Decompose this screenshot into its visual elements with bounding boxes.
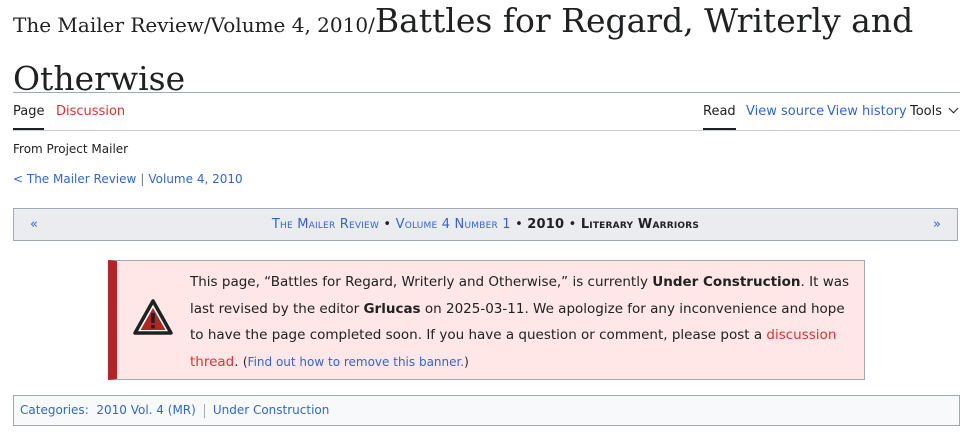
breadcrumb: < The Mailer Review | Volume 4, 2010 xyxy=(13,172,243,186)
page-title: The Mailer Review/Volume 4, 2010/Battles… xyxy=(13,0,953,106)
find-out-link[interactable]: Find out how to remove this banner. xyxy=(248,355,465,369)
navbox-year: 2010 xyxy=(527,217,565,232)
tab-page[interactable]: Page xyxy=(13,104,45,130)
banner-message: This page, “Battles for Regard, Writerly… xyxy=(190,274,850,370)
category-link-under-construction[interactable]: Under Construction xyxy=(213,403,330,417)
page-tabs: Page Discussion Read View source View hi… xyxy=(13,96,960,130)
navbox-dot: • xyxy=(379,217,396,232)
breadcrumb-separator: | xyxy=(140,172,145,186)
navbox-trail: The Mailer Review • Volume 4 Number 1 • … xyxy=(14,217,957,232)
title-prefix: The Mailer Review/Volume 4, 2010/ xyxy=(13,13,375,37)
issue-navbox: « The Mailer Review • Volume 4 Number 1 … xyxy=(13,208,958,241)
chevron-down-icon xyxy=(948,103,959,114)
category-link-2010-vol4[interactable]: 2010 Vol. 4 (MR) xyxy=(96,403,195,417)
tab-read[interactable]: Read xyxy=(703,104,736,130)
editor-name: Grlucas xyxy=(363,300,421,317)
tabs-divider xyxy=(13,130,960,131)
tools-label: Tools xyxy=(910,104,943,119)
category-separator xyxy=(203,403,205,418)
navbox-link-mailer-review[interactable]: The Mailer Review xyxy=(272,217,379,232)
tab-view-history[interactable]: View history xyxy=(827,104,907,119)
tools-menu[interactable]: Tools xyxy=(910,103,959,119)
categories-label[interactable]: Categories: xyxy=(20,403,89,417)
next-article-link[interactable]: » xyxy=(933,217,941,232)
navbox-link-issue[interactable]: Volume 4 Number 1 xyxy=(396,217,511,232)
breadcrumb-link-volume[interactable]: Volume 4, 2010 xyxy=(148,172,242,186)
navbox-current-section: Literary Warriors xyxy=(580,217,700,232)
navbox-dot: • xyxy=(510,217,528,232)
tab-discussion[interactable]: Discussion xyxy=(56,104,125,119)
tab-view-source[interactable]: View source xyxy=(746,104,824,119)
breadcrumb-link-mailer-review[interactable]: The Mailer Review xyxy=(27,172,136,186)
under-construction-banner: This page, “Battles for Regard, Writerly… xyxy=(108,260,865,380)
title-divider xyxy=(13,92,960,93)
warning-triangle-icon xyxy=(133,299,173,335)
navbox-dot: • xyxy=(564,217,581,232)
site-tagline: From Project Mailer xyxy=(13,142,129,156)
status-label: Under Construction xyxy=(652,274,801,290)
breadcrumb-prefix: < xyxy=(13,172,27,186)
category-links: Categories: 2010 Vol. 4 (MR) Under Constr… xyxy=(13,395,960,426)
